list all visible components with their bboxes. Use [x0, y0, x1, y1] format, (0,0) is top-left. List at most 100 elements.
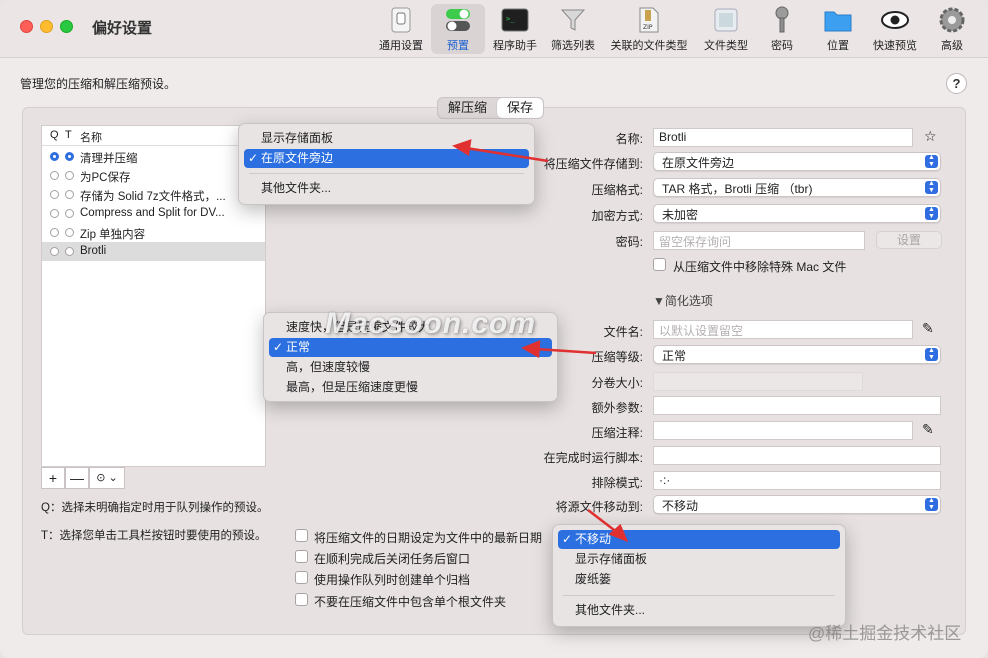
- menu-item-label: 废纸篓: [575, 572, 612, 586]
- comment-field[interactable]: [653, 421, 913, 440]
- compression-level-popup[interactable]: 正常 ▲ ▼: [653, 345, 941, 364]
- t-radio[interactable]: [65, 209, 74, 218]
- toolbar-presets[interactable]: 预置: [431, 4, 485, 54]
- t-radio[interactable]: [65, 152, 74, 161]
- edit-icon[interactable]: ✎: [922, 421, 934, 438]
- menu-item-other-folder[interactable]: 其他文件夹...: [558, 601, 840, 620]
- toolbar-advanced[interactable]: 高级: [930, 4, 974, 54]
- minimize-window-button[interactable]: [40, 20, 53, 33]
- toolbar-locations[interactable]: 位置: [815, 4, 861, 54]
- toolbar-label: 预置: [447, 40, 469, 52]
- store-location-menu: 显示存储面板 ✓ 在原文件旁边 其他文件夹...: [238, 123, 535, 205]
- checkbox-label: 使用操作队列时创建单个归档: [314, 573, 471, 587]
- checkmark-icon: ✓: [273, 340, 284, 354]
- toolbar-file-types[interactable]: 文件类型: [698, 4, 754, 54]
- filename-field[interactable]: 以默认设置留空: [653, 320, 913, 339]
- q-radio[interactable]: [50, 228, 59, 237]
- column-name[interactable]: 名称: [80, 129, 102, 145]
- menu-item-highest[interactable]: 最高，但是压缩速度更慢: [269, 378, 552, 397]
- encryption-popup[interactable]: 未加密 ▲ ▼: [653, 204, 941, 223]
- exclude-pattern-field[interactable]: ·:·: [653, 471, 941, 490]
- toolbar-general[interactable]: 通用设置: [373, 4, 429, 54]
- edit-icon[interactable]: ✎: [922, 320, 934, 337]
- list-item[interactable]: 为PC保存: [42, 166, 265, 185]
- help-button[interactable]: ?: [946, 73, 967, 94]
- toolbar-filter[interactable]: 筛选列表: [545, 4, 601, 54]
- script-field[interactable]: [653, 446, 941, 465]
- move-label: 将源文件移动到:: [555, 500, 643, 514]
- tab-extract[interactable]: 解压缩: [438, 98, 497, 118]
- extra-params-field[interactable]: [653, 396, 941, 415]
- t-radio[interactable]: [65, 171, 74, 180]
- menu-item-show-save-panel[interactable]: 显示存储面板: [244, 129, 529, 148]
- menu-item-dont-move[interactable]: ✓ 不移动: [558, 530, 840, 549]
- title-bar: 偏好设置 通用设置 预置 >_ 程序助手 筛选列表 ZIP 关联的文件类型 文件…: [0, 0, 988, 58]
- q-radio[interactable]: [50, 190, 59, 199]
- t-radio[interactable]: [65, 190, 74, 199]
- t-radio[interactable]: [65, 247, 74, 256]
- comment-label: 压缩注释:: [591, 426, 643, 440]
- column-q[interactable]: Q: [50, 129, 59, 141]
- star-icon[interactable]: ☆: [924, 128, 937, 145]
- zoom-window-button[interactable]: [60, 20, 73, 33]
- menu-separator: [249, 173, 524, 174]
- menu-item-show-save-panel[interactable]: 显示存储面板: [558, 550, 840, 569]
- name-field[interactable]: Brotli: [653, 128, 913, 147]
- toolbar-label: 密码: [771, 40, 793, 52]
- q-radio[interactable]: [50, 171, 59, 180]
- toolbar-label: 快速预览: [873, 40, 917, 52]
- window-title: 偏好设置: [92, 20, 153, 37]
- toolbar-quick-look[interactable]: 快速预览: [867, 4, 923, 54]
- checkbox-label: 在顺利完成后关闭任务后窗口: [314, 552, 471, 566]
- list-item[interactable]: 存储为 Solid 7z文件格式，...: [42, 185, 265, 204]
- add-preset-button[interactable]: +: [41, 467, 65, 489]
- password-label: 密码:: [615, 235, 643, 249]
- level-label: 压缩等级:: [591, 350, 643, 364]
- close-window-checkbox[interactable]: [295, 550, 308, 563]
- svg-text:ZIP: ZIP: [643, 24, 653, 31]
- compression-level-value: 正常: [662, 349, 687, 363]
- menu-item-trash[interactable]: 废纸篓: [558, 570, 840, 589]
- menu-item-next-to-original[interactable]: ✓ 在原文件旁边: [244, 149, 529, 168]
- list-item[interactable]: Zip 单独内容: [42, 223, 265, 242]
- list-item-selected[interactable]: Brotli: [42, 242, 265, 261]
- t-radio[interactable]: [65, 228, 74, 237]
- preset-name: 清理并压缩: [80, 153, 138, 165]
- toolbar-label: 高级: [941, 40, 963, 52]
- chevron-updown-icon: ▲ ▼: [925, 347, 938, 361]
- q-radio[interactable]: [50, 247, 59, 256]
- column-t[interactable]: T: [65, 129, 72, 141]
- close-window-button[interactable]: [20, 20, 33, 33]
- format-label: 压缩格式:: [591, 183, 643, 197]
- latest-date-checkbox[interactable]: [295, 529, 308, 542]
- toolbar-helpers[interactable]: >_ 程序助手: [488, 4, 542, 54]
- format-popup[interactable]: TAR 格式，Brotli 压缩 （tbr) ▲ ▼: [653, 178, 941, 197]
- preferences-window: 偏好设置 通用设置 预置 >_ 程序助手 筛选列表 ZIP 关联的文件类型 文件…: [0, 0, 988, 658]
- encrypt-label: 加密方式:: [591, 209, 643, 223]
- menu-item-high[interactable]: 高，但速度较慢: [269, 358, 552, 377]
- tab-save[interactable]: 保存: [497, 98, 544, 118]
- toolbar-associated-types[interactable]: ZIP 关联的文件类型: [606, 4, 692, 54]
- script-label: 在完成时运行脚本:: [543, 451, 643, 465]
- list-item[interactable]: 清理并压缩: [42, 147, 265, 166]
- no-root-folder-checkbox[interactable]: [295, 593, 308, 606]
- more-actions-button[interactable]: ⊙ ⌄: [89, 467, 125, 489]
- set-password-button[interactable]: 设置: [876, 231, 942, 249]
- checkbox-label: 不要在压缩文件中包含单个根文件夹: [314, 595, 507, 609]
- menu-item-other-folder[interactable]: 其他文件夹...: [244, 179, 529, 198]
- q-radio[interactable]: [50, 152, 59, 161]
- preset-name: Compress and Split for DV...: [80, 207, 225, 219]
- single-archive-checkbox[interactable]: [295, 571, 308, 584]
- move-source-popup[interactable]: 不移动 ▲ ▼: [653, 495, 941, 514]
- volume-size-field: [653, 372, 863, 391]
- remove-preset-button[interactable]: —: [65, 467, 89, 489]
- store-location-popup[interactable]: 在原文件旁边 ▲ ▼: [653, 152, 941, 171]
- toolbar-passwords[interactable]: 密码: [760, 4, 804, 54]
- remove-mac-files-checkbox[interactable]: [653, 258, 666, 271]
- simplify-options-toggle[interactable]: ▼简化选项: [653, 292, 713, 309]
- list-item[interactable]: Compress and Split for DV...: [42, 204, 265, 223]
- preset-name: 为PC保存: [80, 172, 131, 184]
- password-field[interactable]: 留空保存询问: [653, 231, 865, 250]
- folder-icon: [824, 6, 852, 34]
- q-radio[interactable]: [50, 209, 59, 218]
